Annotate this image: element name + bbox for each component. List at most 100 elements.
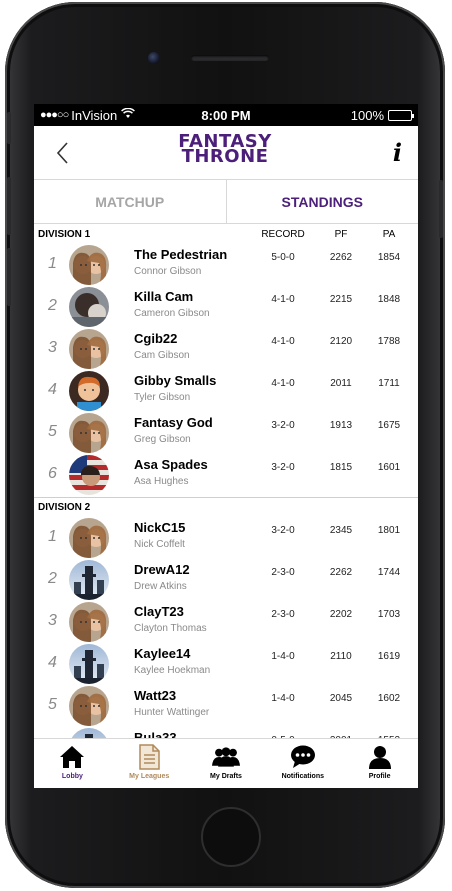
team-name: DrewA12 [134, 562, 190, 577]
team-avatar [69, 644, 109, 684]
standings-row[interactable]: 3 Cgib22 Cam Gibson 4-1-0 2120 1788 [34, 327, 418, 369]
team-record: 2-3-0 [271, 609, 295, 620]
home-icon [58, 744, 86, 770]
battery-icon [388, 109, 414, 121]
standings-row[interactable]: 5 Fantasy God Greg Gibson 3-2-0 1913 1675 [34, 411, 418, 453]
owner-name: Asa Hughes [134, 476, 189, 487]
battery-percent: 100% [350, 107, 384, 123]
owner-name: Cameron Gibson [134, 308, 210, 319]
column-header-record: RECORD [261, 229, 305, 240]
points-for: 2202 [329, 609, 353, 620]
team-avatar [69, 560, 109, 600]
points-against: 1848 [377, 294, 401, 305]
division-name: DIVISION 1 [38, 229, 91, 240]
owner-name: Cam Gibson [134, 350, 190, 361]
points-for: 2262 [329, 567, 353, 578]
team-name: NickC15 [134, 520, 186, 535]
document-icon [135, 744, 163, 770]
owner-name: Clayton Thomas [134, 623, 207, 634]
info-button[interactable]: i [393, 138, 402, 167]
chat-bubble-icon [289, 744, 317, 770]
team-record: 4-1-0 [271, 378, 295, 389]
points-against: 1675 [377, 420, 401, 431]
power-button [439, 180, 443, 238]
standings-list[interactable]: DIVISION 1 RECORD PF PA 1 The Pedestrian Conno… [34, 225, 418, 738]
points-against: 1801 [377, 525, 401, 536]
column-header-pf: PF [334, 229, 348, 240]
team-rank: 3 [48, 339, 57, 356]
points-for: 1913 [329, 420, 353, 431]
team-record: 4-1-0 [271, 294, 295, 305]
division-name: DIVISION 2 [38, 502, 91, 513]
owner-name: Drew Atkins [134, 581, 187, 592]
team-avatar [69, 245, 109, 285]
team-avatar [69, 518, 109, 558]
team-avatar [69, 287, 109, 327]
tabbar-label: My Drafts [210, 773, 242, 780]
points-for: 2011 [330, 378, 352, 389]
points-against: 1711 [378, 378, 400, 389]
bottom-tab-bar: Lobby My Leagues My Drafts Notifications… [34, 738, 418, 788]
points-against: 1602 [377, 693, 401, 704]
team-record: 3-2-0 [271, 525, 295, 536]
carrier-name: InVision [71, 107, 118, 123]
owner-name: Hunter Wattinger [134, 707, 210, 718]
points-against: 1788 [377, 336, 401, 347]
standings-row[interactable]: 1 NickC15 Nick Coffelt 3-2-0 2345 1801 [34, 516, 418, 558]
team-avatar [69, 686, 109, 726]
app-screen: ●●●○○ InVision 8:00 PM 100% FANTASY THRO… [34, 104, 418, 788]
standings-row[interactable]: 6Bula330-5-020011552 [34, 726, 418, 738]
tabbar-item-profile[interactable]: Profile [341, 739, 418, 788]
battery-indicator: 100% [350, 107, 414, 123]
volume-down-button [7, 248, 11, 306]
wifi-icon [121, 107, 136, 122]
team-name: Cgib22 [134, 331, 178, 346]
mute-switch [7, 112, 11, 144]
standings-row[interactable]: 2 DrewA12 Drew Atkins 2-3-0 2262 1744 [34, 558, 418, 600]
earpiece-speaker [191, 55, 269, 61]
team-rank: 6 [48, 465, 57, 482]
home-button[interactable] [201, 807, 261, 867]
standings-row[interactable]: 4 Kaylee14 Kaylee Hoekman 1-4-0 2110 1619 [34, 642, 418, 684]
team-avatar [69, 371, 109, 411]
tabbar-item-my-drafts[interactable]: My Drafts [188, 739, 265, 788]
team-record: 3-2-0 [271, 462, 295, 473]
points-against: 1601 [377, 462, 401, 473]
team-avatar [69, 413, 109, 453]
standings-row[interactable]: 4 Gibby Smalls Tyler Gibson 4-1-0 2011 1711 [34, 369, 418, 411]
person-icon [366, 744, 394, 770]
tab-matchup[interactable]: MATCHUP [34, 180, 227, 223]
team-avatar [69, 728, 109, 738]
tab-standings[interactable]: STANDINGS [227, 180, 419, 223]
standings-row[interactable]: 3 ClayT23 Clayton Thomas 2-3-0 2202 1703 [34, 600, 418, 642]
team-rank: 5 [48, 696, 57, 713]
owner-name: Tyler Gibson [134, 392, 191, 403]
standings-row[interactable]: 5 Watt23 Hunter Wattinger 1-4-0 2045 1602 [34, 684, 418, 726]
back-button[interactable] [52, 140, 74, 166]
team-rank: 4 [48, 654, 57, 671]
team-rank: 2 [48, 570, 57, 587]
team-record: 4-1-0 [271, 336, 295, 347]
points-for: 2345 [329, 525, 353, 536]
tabbar-item-lobby[interactable]: Lobby [34, 739, 111, 788]
team-rank: 2 [48, 297, 57, 314]
points-for: 2045 [329, 693, 353, 704]
points-for: 1815 [329, 462, 353, 473]
team-rank: 1 [48, 255, 57, 272]
standings-row[interactable]: 6 Asa Spades Asa Hughes 3-2-0 1815 1601 [34, 453, 418, 495]
points-for: 2120 [329, 336, 353, 347]
tabbar-item-notifications[interactable]: Notifications [264, 739, 341, 788]
owner-name: Connor Gibson [134, 266, 202, 277]
tabbar-item-my-leagues[interactable]: My Leagues [111, 739, 188, 788]
standings-row[interactable]: 2 Killa Cam Cameron Gibson 4-1-0 2215 1848 [34, 285, 418, 327]
team-name: Watt23 [134, 688, 177, 703]
tabbar-label: Lobby [61, 773, 83, 780]
tabbar-label: My Leagues [129, 773, 170, 780]
points-for: 2262 [329, 252, 353, 263]
points-against: 1703 [377, 609, 401, 620]
tabbar-label: Profile [368, 773, 391, 780]
points-against: 1854 [377, 252, 401, 263]
standings-row[interactable]: 1 The Pedestrian Connor Gibson 5-0-0 2262 185… [34, 243, 418, 285]
team-rank: 3 [48, 612, 57, 629]
team-avatar [69, 455, 109, 495]
